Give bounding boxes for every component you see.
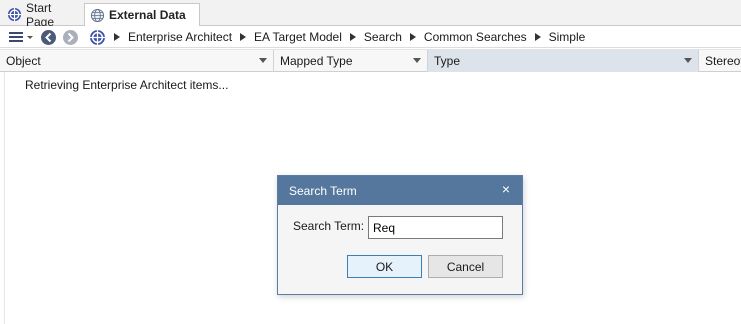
loading-status-text: Retrieving Enterprise Architect items... bbox=[25, 78, 229, 92]
breadcrumb-item[interactable]: Common Searches bbox=[424, 30, 527, 44]
breadcrumb-item[interactable]: Simple bbox=[549, 30, 586, 44]
tab-label: External Data bbox=[109, 8, 186, 22]
tab-label: Start Page bbox=[26, 0, 55, 29]
dropdown-arrow-icon[interactable] bbox=[259, 58, 267, 63]
column-label: Type bbox=[434, 54, 461, 68]
back-icon bbox=[40, 29, 56, 45]
back-button[interactable] bbox=[39, 28, 57, 46]
forward-icon bbox=[62, 29, 78, 45]
column-label: Object bbox=[6, 54, 41, 68]
dropdown-arrow-icon[interactable] bbox=[413, 58, 421, 63]
ea-logo-icon bbox=[7, 7, 22, 22]
dialog-title-bar[interactable]: Search Term bbox=[278, 176, 522, 205]
ea-logo-icon bbox=[89, 29, 105, 45]
breadcrumb-item[interactable]: Search bbox=[364, 30, 402, 44]
breadcrumb-item[interactable]: Enterprise Architect bbox=[128, 30, 232, 44]
forward-button[interactable] bbox=[61, 28, 79, 46]
breadcrumb-item[interactable]: EA Target Model bbox=[254, 30, 342, 44]
chevron-right-icon bbox=[534, 33, 541, 41]
search-term-dialog: Search Term × Search Term: OK Cancel bbox=[277, 175, 523, 295]
breadcrumb: Enterprise Architect EA Target Model Sea… bbox=[112, 29, 585, 45]
globe-icon bbox=[90, 8, 105, 22]
column-header-mapped-type[interactable]: Mapped Type bbox=[274, 50, 428, 72]
chevron-right-icon bbox=[409, 33, 416, 41]
search-term-label: Search Term: bbox=[293, 219, 365, 233]
tab-start-page[interactable]: Start Page bbox=[2, 0, 83, 29]
divider bbox=[4, 72, 5, 324]
column-label: Mapped Type bbox=[280, 54, 353, 68]
column-header-stereotype[interactable]: Stereot bbox=[699, 50, 741, 72]
close-icon[interactable]: × bbox=[499, 182, 513, 196]
document-tab-strip: Start Page External Data bbox=[0, 0, 741, 29]
dropdown-arrow-icon[interactable] bbox=[684, 58, 692, 63]
tab-external-data[interactable]: External Data bbox=[84, 3, 200, 27]
results-column-header: Object Mapped Type Type Stereot bbox=[0, 49, 741, 72]
dialog-title: Search Term bbox=[289, 183, 357, 198]
chevron-right-icon bbox=[114, 33, 120, 41]
search-term-input[interactable] bbox=[368, 216, 503, 239]
chevron-right-icon bbox=[349, 33, 356, 41]
ok-button[interactable]: OK bbox=[347, 255, 422, 278]
cancel-button[interactable]: Cancel bbox=[428, 255, 503, 278]
menu-button[interactable] bbox=[6, 28, 36, 46]
hamburger-menu-icon bbox=[9, 32, 33, 42]
model-root-button[interactable] bbox=[88, 28, 106, 46]
navigation-toolbar: Enterprise Architect EA Target Model Sea… bbox=[0, 26, 741, 48]
column-label: Stereot bbox=[705, 54, 741, 68]
chevron-right-icon bbox=[240, 33, 247, 41]
column-header-object[interactable]: Object bbox=[0, 50, 274, 72]
column-header-type[interactable]: Type bbox=[428, 50, 699, 72]
